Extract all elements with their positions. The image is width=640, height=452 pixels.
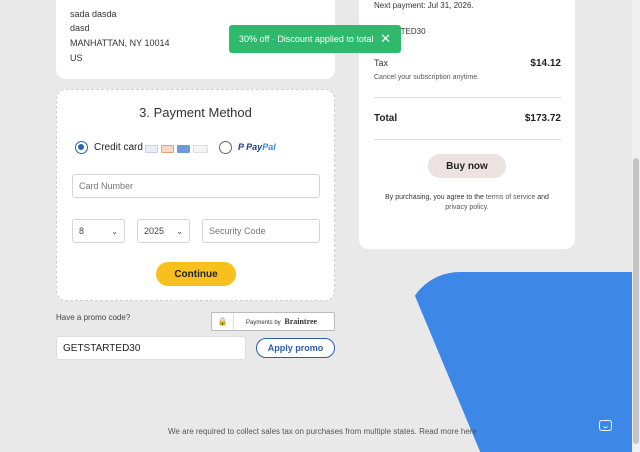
paypal-p-icon: P: [238, 142, 247, 152]
expiry-month-select[interactable]: 8 ⌄: [72, 219, 125, 243]
tax-label: Tax: [374, 58, 389, 68]
braintree-text: Payments by Braintree: [246, 317, 318, 326]
year-value: 2025: [144, 226, 165, 236]
payment-method-card: 3. Payment Method Credit card P PayPal C…: [56, 89, 335, 301]
continue-button[interactable]: Continue: [156, 262, 236, 286]
total-value: $173.72: [524, 113, 561, 124]
scrollbar-thumb[interactable]: [633, 158, 639, 444]
expiry-year-select[interactable]: 2025 ⌄: [137, 219, 190, 243]
promo-question: Have a promo code?: [56, 313, 131, 322]
paypal-logo[interactable]: P PayPal: [238, 142, 276, 152]
terms-text: By purchasing, you agree to the terms of…: [379, 193, 555, 213]
amex-icon: [177, 145, 190, 153]
chat-icon: [598, 419, 612, 431]
discount-toast: 30% off · Discount applied to total ✕: [229, 25, 401, 53]
toast-message: 30% off · Discount applied to total: [239, 34, 374, 44]
card-number-input[interactable]: Card Number: [72, 174, 320, 198]
sales-tax-note: We are required to collect sales tax on …: [168, 427, 477, 436]
security-code-input[interactable]: Security Code: [202, 219, 320, 243]
month-value: 8: [79, 226, 85, 236]
terms-prefix: By purchasing, you agree to the: [385, 194, 484, 201]
divider: [374, 97, 561, 98]
visa-icon: [145, 145, 158, 153]
chevron-down-icon: ⌄: [176, 226, 183, 236]
payment-method-title: 3. Payment Method: [139, 105, 252, 120]
next-payment-text: Next payment: Jul 31, 2026.: [374, 1, 474, 10]
paypal-radio[interactable]: [219, 141, 232, 154]
buy-now-button[interactable]: Buy now: [428, 154, 506, 178]
terms-and: and: [537, 194, 549, 201]
privacy-policy-link[interactable]: privacy policy.: [445, 204, 488, 211]
address-line: dasd: [70, 23, 90, 33]
address-line: sada dasda: [70, 9, 117, 19]
cancel-note: Cancel your subscription anytime.: [374, 74, 480, 81]
divider: [374, 139, 561, 140]
terms-of-service-link[interactable]: terms of service: [486, 194, 535, 201]
address-line: US: [70, 53, 83, 63]
braintree-badge: 🔒 Payments by Braintree: [211, 312, 335, 331]
discover-icon: [193, 145, 208, 153]
address-line: MANHATTAN, NY 10014: [70, 38, 170, 48]
paypal-text-b: Pal: [262, 142, 276, 152]
chevron-down-icon: ⌄: [111, 226, 118, 236]
promo-code-input[interactable]: GETSTARTED30: [56, 336, 246, 360]
mastercard-icon: [161, 145, 174, 153]
paypal-text-a: Pay: [246, 142, 263, 152]
credit-card-radio[interactable]: [75, 141, 88, 154]
apply-promo-button[interactable]: Apply promo: [256, 338, 335, 358]
credit-card-label[interactable]: Credit card: [94, 142, 143, 153]
chat-button[interactable]: [589, 409, 621, 441]
lock-icon: 🔒: [212, 313, 234, 330]
close-icon[interactable]: ✕: [380, 31, 391, 47]
tax-value: $14.12: [530, 58, 561, 69]
total-label: Total: [374, 113, 398, 124]
